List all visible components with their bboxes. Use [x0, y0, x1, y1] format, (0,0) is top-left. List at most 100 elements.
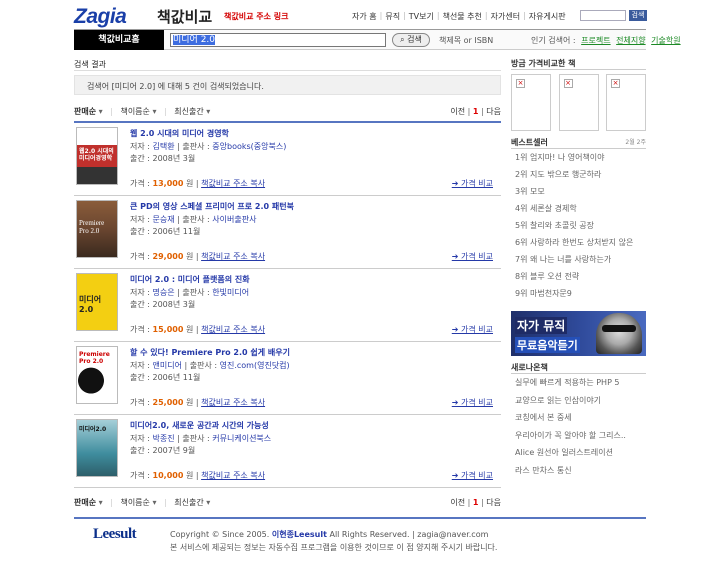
sort-newest[interactable]: 최신출간 — [174, 107, 203, 116]
next-page[interactable]: 다음 — [486, 107, 501, 116]
book-title[interactable]: 웹 2.0 시대의 미디어 경영학 — [130, 128, 229, 139]
new-book-item[interactable]: 라스 만차스 통신 — [511, 462, 646, 480]
home-tab[interactable]: 책값비교홈 — [74, 30, 164, 50]
book-title[interactable]: 할 수 있다! Premiere Pro 2.0 쉽게 배우기 — [130, 347, 290, 358]
copy-link[interactable]: 책값비교 주소 복사 — [201, 179, 265, 188]
publisher-link[interactable]: 한빛미디어 — [212, 288, 249, 297]
next-page[interactable]: 다음 — [486, 498, 501, 507]
publisher-label: 출판사 : — [182, 142, 210, 151]
compare-label: 가격 비교 — [461, 325, 493, 334]
publisher-link[interactable]: 영진.com(영진닷컴) — [220, 361, 290, 370]
bestseller-item[interactable]: 2위 지도 밖으로 행군하라 — [511, 166, 646, 183]
bestseller-item[interactable]: 4위 세론살 경제학 — [511, 200, 646, 217]
book-meta: 저자 : 명승은 | 출판사 : 한빛미디어 — [130, 288, 250, 297]
new-books-list: 실무에 빠르게 적용하는 PHP 5 교양으로 읽는 인삼이야기 코칭에서 본 … — [511, 374, 646, 479]
sort-name[interactable]: 책이름순 — [120, 498, 149, 507]
book-meta: 저자 : 박종진 | 출판사 : 커뮤니케이션북스 — [130, 434, 272, 443]
book-cover[interactable]: 미디어2.0 — [76, 419, 118, 477]
recent-book-thumb[interactable]: × — [511, 74, 551, 131]
price-label: 가격 : — [130, 471, 150, 480]
popular-keyword[interactable]: 기술학원 — [651, 36, 680, 45]
compare-price-link[interactable]: ➔ 가격 비교 — [452, 251, 493, 262]
copyright-pre: Copyright © Since 2005. — [170, 530, 272, 539]
copy-link[interactable]: 책값비교 주소 복사 — [201, 398, 265, 407]
new-book-item[interactable]: Alice 원선아 일러스트레이션 — [511, 444, 646, 462]
book-title[interactable]: 큰 PD의 영상 스페셜 프리미어 프로 2.0 패턴북 — [130, 201, 294, 212]
sort-newest[interactable]: 최신출간 — [174, 498, 203, 507]
bestseller-title: 베스트셀러 — [511, 138, 548, 147]
book-title[interactable]: 미디어 2.0 : 미디어 플랫폼의 진화 — [130, 274, 250, 285]
list-item: 미디어 2.0 미디어 2.0 : 미디어 플랫폼의 진화 저자 : 명승은 |… — [74, 269, 501, 342]
bestseller-list: 1위 엄지마! 나 영어책이야 2위 지도 밖으로 행군하라 3위 모모 4위 … — [511, 149, 646, 302]
current-page[interactable]: 1 — [473, 107, 479, 116]
publisher-link[interactable]: 사이버출판사 — [212, 215, 256, 224]
book-date: 출간 : 2007년 9월 — [130, 446, 196, 455]
prev-page[interactable]: 이전 — [450, 107, 465, 116]
search-input[interactable]: 미디어 2.0 — [170, 33, 386, 47]
copy-link[interactable]: 책값비교 주소 복사 — [201, 252, 265, 261]
book-cover[interactable]: Premiere Pro 2.0 — [76, 346, 118, 404]
book-cover[interactable]: 웹2.0 시대의 미디어경영학 — [76, 127, 118, 185]
recent-book-thumb[interactable]: × — [606, 74, 646, 131]
list-item: Premiere Pro 2.0 큰 PD의 영상 스페셜 프리미어 프로 2.… — [74, 196, 501, 269]
popular-keyword[interactable]: 전체지향 — [616, 36, 645, 45]
current-page[interactable]: 1 — [473, 498, 479, 507]
pager: 이전 | 1 | 다음 — [450, 497, 501, 507]
site-logo[interactable]: Zagia — [74, 5, 127, 29]
book-date: 출간 : 2006년 11월 — [130, 373, 201, 382]
top-search-input[interactable] — [580, 10, 626, 21]
author-link[interactable]: 박종진 — [153, 434, 175, 443]
bestseller-item[interactable]: 1위 엄지마! 나 영어책이야 — [511, 149, 646, 166]
nav-gift[interactable]: 책선물 추천 — [443, 11, 482, 22]
book-cover[interactable]: 미디어 2.0 — [76, 273, 118, 331]
copy-link[interactable]: 책값비교 주소 복사 — [201, 471, 265, 480]
bestseller-item[interactable]: 3위 모모 — [511, 183, 646, 200]
result-summary: 검색어 [미디어 2.0] 에 대해 5 건이 검색되었습니다. — [74, 75, 501, 95]
popular-keyword[interactable]: 프로젝트 — [581, 36, 610, 45]
chevron-down-icon: ▾ — [96, 497, 103, 507]
chevron-down-icon: ▾ — [96, 106, 103, 116]
author-link[interactable]: 문승재 — [153, 215, 175, 224]
compare-price-link[interactable]: ➔ 가격 비교 — [452, 397, 493, 408]
sort-name[interactable]: 책이름순 — [120, 107, 149, 116]
compare-price-link[interactable]: ➔ 가격 비교 — [452, 178, 493, 189]
sort-sales[interactable]: 판매순 — [74, 107, 96, 116]
nav-music[interactable]: 뮤직 — [385, 11, 400, 22]
recent-book-thumb[interactable]: × — [558, 74, 599, 131]
publisher-link[interactable]: 중앙books(중앙북스) — [212, 142, 286, 151]
music-banner[interactable]: 자가 뮤직 무료음악듣기 — [511, 311, 646, 356]
promo-link[interactable]: 책값비교 주소 링크 — [224, 11, 288, 22]
footer-notice: 본 서비스에 제공되는 정보는 자동수집 프로그램을 이용한 것이므로 이 점 … — [170, 543, 498, 552]
book-title[interactable]: 미디어2.0, 새로운 공간과 시간의 가능성 — [130, 420, 269, 431]
author-link[interactable]: 명승은 — [153, 288, 175, 297]
publisher-link[interactable]: 커뮤니케이션북스 — [212, 434, 271, 443]
search-button[interactable]: ⌕ 검색 — [392, 33, 430, 47]
top-search-button[interactable]: 검색 — [629, 10, 647, 21]
arrow-icon: ➔ — [451, 252, 462, 261]
nav-board[interactable]: 자유게시판 — [529, 11, 566, 22]
copy-link[interactable]: 책값비교 주소 복사 — [201, 325, 265, 334]
new-book-item[interactable]: 실무에 빠르게 적용하는 PHP 5 — [511, 374, 646, 392]
author-link[interactable]: 김택환 — [153, 142, 175, 151]
compare-price-link[interactable]: ➔ 가격 비교 — [452, 324, 493, 335]
compare-price-link[interactable]: ➔ 가격 비교 — [452, 470, 493, 481]
nav-tv[interactable]: TV보기 — [409, 11, 434, 22]
recent-title: 방금 가격비교한 책 — [511, 58, 646, 70]
bestseller-item[interactable]: 6위 사랑하라 한번도 상처받지 않은 — [511, 234, 646, 251]
bestseller-item[interactable]: 8위 블루 오션 전략 — [511, 268, 646, 285]
bestseller-item[interactable]: 7위 왜 나는 너를 사랑하는가 — [511, 251, 646, 268]
author-link[interactable]: 앤미디어 — [153, 361, 182, 370]
sort-sales[interactable]: 판매순 — [74, 498, 96, 507]
bestseller-item[interactable]: 9위 마법천자문9 — [511, 285, 646, 302]
prev-page[interactable]: 이전 — [450, 498, 465, 507]
copyright: Copyright © Since 2005. 이현종Leesult All R… — [170, 529, 488, 540]
bestseller-header: 베스트셀러 2월 2주 — [511, 137, 646, 149]
nav-home[interactable]: 자가 홈 — [352, 11, 377, 22]
nav-center[interactable]: 자가센터 — [491, 11, 520, 22]
new-book-item[interactable]: 코칭에서 본 중세 — [511, 409, 646, 427]
book-cover[interactable]: Premiere Pro 2.0 — [76, 200, 118, 258]
price-label: 가격 : — [130, 179, 150, 188]
new-book-item[interactable]: 교양으로 읽는 인삼이야기 — [511, 392, 646, 410]
new-book-item[interactable]: 우리아이가 꼭 알아야 할 그리스.. — [511, 427, 646, 445]
bestseller-item[interactable]: 5위 찰리와 초콜릿 공장 — [511, 217, 646, 234]
